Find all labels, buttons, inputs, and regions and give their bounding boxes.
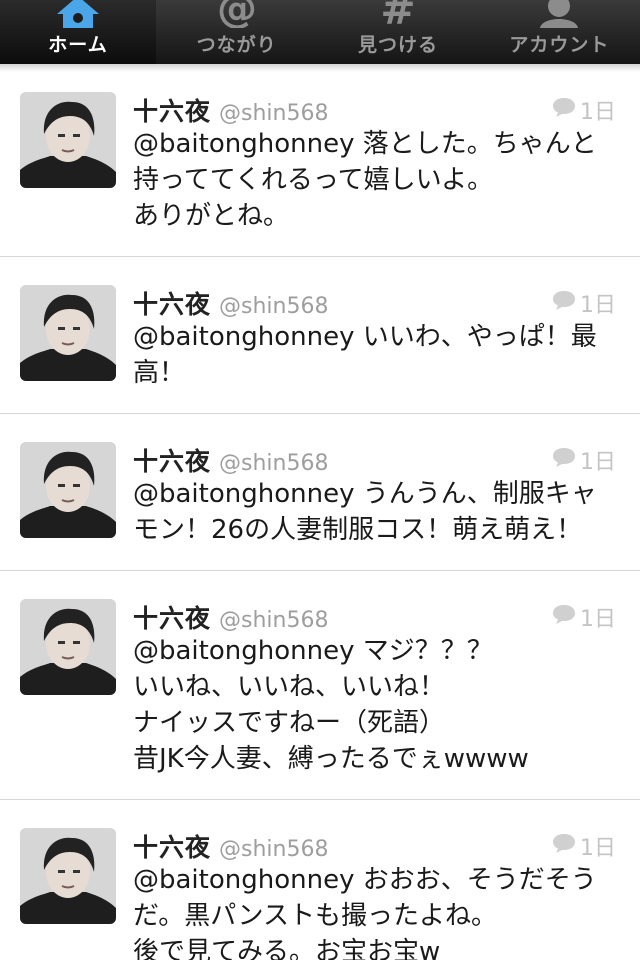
tweet-author-name: 十六夜 (133, 97, 212, 126)
tab-home-label: ホーム (48, 34, 108, 56)
tweet-meta: 1日 (552, 94, 616, 126)
tab-account[interactable]: アカウント (479, 0, 640, 64)
speech-bubble-icon (552, 97, 576, 123)
tab-connect-label: つながり (196, 34, 277, 56)
tweet-time: 1日 (580, 100, 616, 125)
at-sign-icon: @ (212, 0, 262, 28)
tweet-text: @baitonghonney いいわ、やっぱ！最 高！ (133, 322, 597, 388)
avatar[interactable] (20, 828, 116, 924)
tab-discover[interactable]: # 見つける (317, 0, 478, 64)
tweet-author-handle: @shin568 (219, 837, 329, 862)
tweet-author-name: 十六夜 (133, 290, 212, 319)
avatar[interactable] (20, 442, 116, 538)
tweet-time: 1日 (580, 607, 616, 632)
svg-text:@: @ (217, 0, 257, 28)
tweet-meta: 1日 (552, 601, 616, 633)
speech-bubble-icon (552, 604, 576, 630)
avatar[interactable] (20, 92, 116, 188)
tweet-author-handle: @shin568 (219, 451, 329, 476)
tab-bar: ホーム @ つながり # 見つける アカウント (0, 0, 640, 64)
avatar[interactable] (20, 599, 116, 695)
tweet-time: 1日 (580, 450, 616, 475)
tweet-author-handle: @shin568 (219, 294, 329, 319)
tweet-time: 1日 (580, 836, 616, 861)
tweet-author-name: 十六夜 (133, 604, 212, 633)
tweet-author-handle: @shin568 (219, 608, 329, 633)
tweet-row[interactable]: 十六夜 @shin568 1日 @baitonghonney マジ？？？ いいね… (0, 571, 640, 800)
person-icon (534, 0, 584, 28)
speech-bubble-icon (552, 290, 576, 316)
avatar[interactable] (20, 285, 116, 381)
tweet-text: @baitonghonney うんうん、制服キャ モン！26の人妻制服コス！萌え… (133, 479, 597, 545)
tweet-row[interactable]: 十六夜 @shin568 1日 @baitonghonney うんうん、制服キャ… (0, 414, 640, 571)
tweet-list: 十六夜 @shin568 1日 @baitonghonney 落とした。ちゃんと… (0, 64, 640, 960)
tweet-author-handle: @shin568 (219, 101, 329, 126)
home-icon (55, 0, 101, 28)
tab-discover-label: 見つける (357, 34, 438, 56)
tweet-author-name: 十六夜 (133, 833, 212, 862)
tab-connect[interactable]: @ つながり (156, 0, 317, 64)
tab-account-label: アカウント (509, 34, 610, 56)
tab-home[interactable]: ホーム (0, 0, 156, 64)
tweet-row[interactable]: 十六夜 @shin568 1日 @baitonghonney いいわ、やっぱ！最… (0, 257, 640, 414)
tweet-text: @baitonghonney 落とした。ちゃんと 持っててくれるって嬉しいよ。 … (133, 129, 597, 231)
tweet-row[interactable]: 十六夜 @shin568 1日 @baitonghonney おおお、そうだそう… (0, 800, 640, 960)
tweet-meta: 1日 (552, 287, 616, 319)
tweet-text: @baitonghonney おおお、そうだそう だ。黒パンストも撮ったよね。 … (133, 865, 597, 960)
tweet-author-name: 十六夜 (133, 447, 212, 476)
speech-bubble-icon (552, 447, 576, 473)
tweet-time: 1日 (580, 293, 616, 318)
tweet-meta: 1日 (552, 830, 616, 862)
tweet-text: @baitonghonney マジ？？？ いいね、いいね、いいね！ ナイッスです… (133, 636, 529, 774)
tweet-row[interactable]: 十六夜 @shin568 1日 @baitonghonney 落とした。ちゃんと… (0, 64, 640, 257)
hashtag-icon: # (376, 0, 420, 28)
svg-text:#: # (380, 0, 415, 28)
tweet-meta: 1日 (552, 444, 616, 476)
speech-bubble-icon (552, 833, 576, 859)
